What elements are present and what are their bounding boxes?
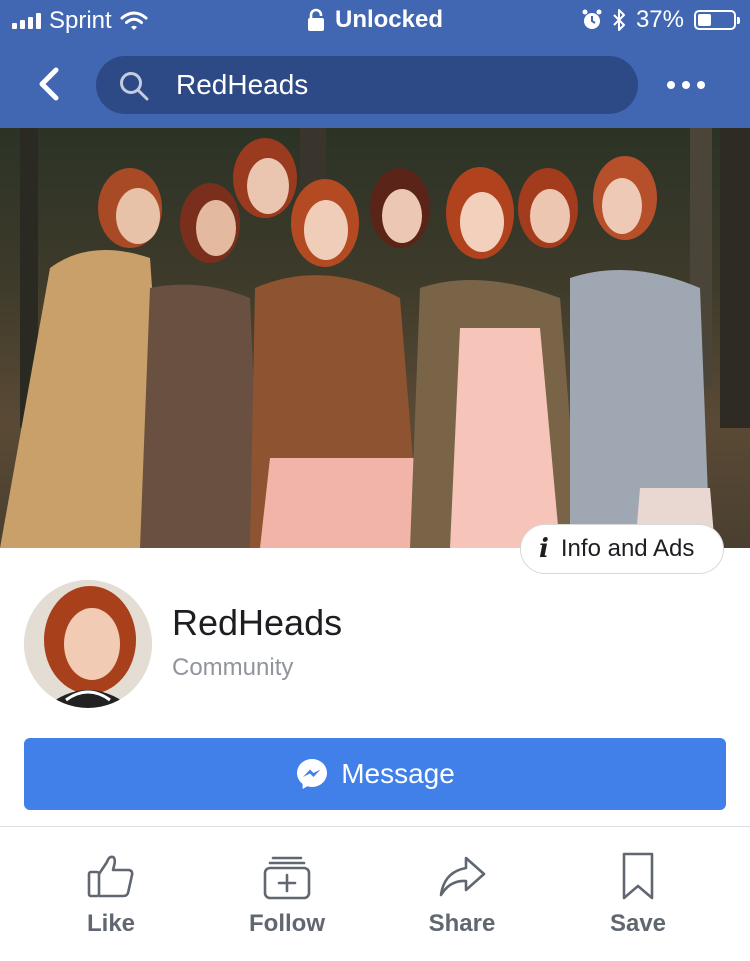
search-bar[interactable]: RedHeads [96,56,638,114]
info-and-ads-button[interactable]: i Info and Ads [520,524,724,574]
page-title: RedHeads [172,602,343,643]
like-button[interactable]: Like [46,850,176,938]
lock-status-label: Unlocked [334,6,444,33]
status-right: 37% [582,6,740,34]
share-button[interactable]: Share [397,850,527,938]
share-arrow-icon [439,856,486,897]
avatar-image [24,580,152,708]
bluetooth-icon [613,9,625,31]
save-label: Save [609,910,667,937]
divider [0,826,750,827]
bookmark-icon [622,852,654,900]
search-input[interactable]: RedHeads [176,69,308,101]
share-label: Share [428,910,496,937]
messenger-icon [297,759,328,789]
follow-label: Follow [249,910,325,937]
back-chevron-icon[interactable] [30,62,70,106]
alarm-icon [582,9,602,29]
message-button-label: Message [341,758,455,789]
save-button[interactable]: Save [573,850,703,938]
search-icon [120,72,149,101]
battery-icon [694,10,740,30]
like-label: Like [86,910,136,937]
message-button[interactable]: Message [24,738,726,810]
battery-percent: 37% [635,6,684,33]
action-bar: Like Follow Share Save [0,850,750,950]
battery-fill [698,14,711,26]
follow-box-icon [263,856,311,900]
cover-photo-image [0,128,750,548]
status-bar: Sprint Unlocked 37% [0,0,750,44]
thumbs-up-icon [87,855,134,898]
follow-button[interactable]: Follow [222,850,352,938]
page-category: Community [172,654,294,681]
more-options-icon[interactable] [666,80,706,90]
info-icon: i [539,534,549,564]
nav-bar: RedHeads [0,44,750,128]
info-and-ads-label: Info and Ads [560,535,695,562]
lock-icon [307,8,324,31]
avatar[interactable] [24,580,152,708]
cover-photo[interactable] [0,128,750,548]
